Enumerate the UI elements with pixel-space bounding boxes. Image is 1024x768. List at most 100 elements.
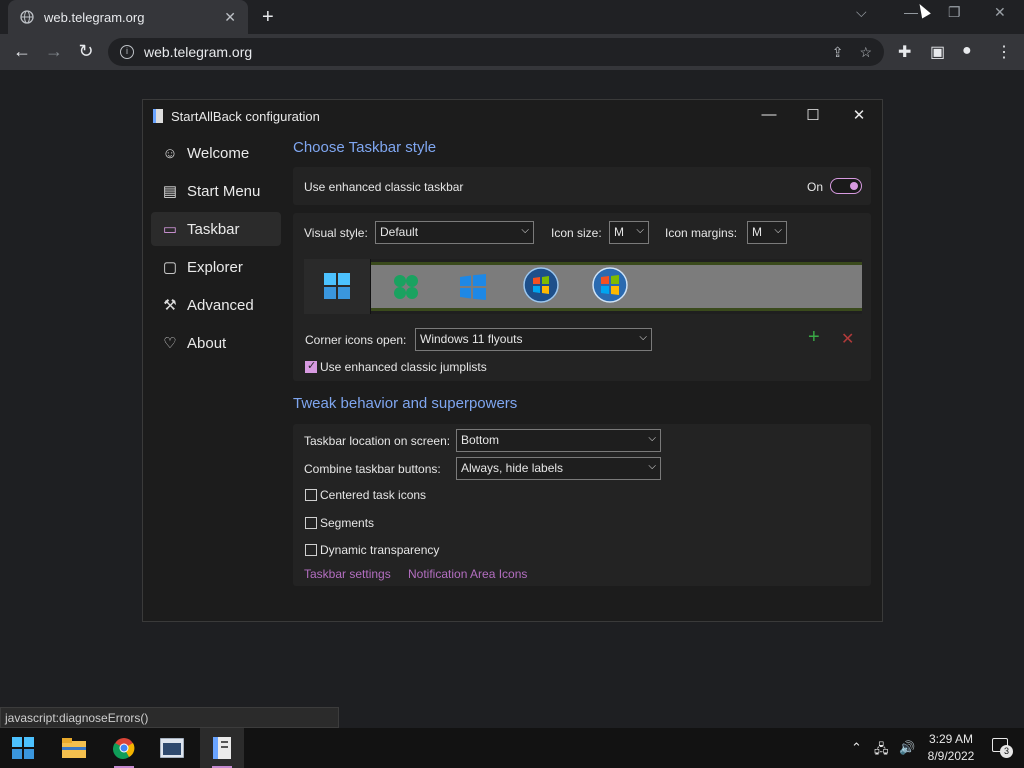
enhanced-taskbar-label: Use enhanced classic taskbar — [304, 180, 464, 194]
heart-icon: ♡ — [163, 335, 177, 352]
app-icon — [153, 109, 163, 123]
notification-area-icons-link[interactable]: Notification Area Icons — [408, 567, 527, 581]
taskbar-settings-link[interactable]: Taskbar settings — [304, 567, 391, 581]
notification-count-badge: 3 — [1000, 745, 1013, 758]
taskbar-startallback[interactable] — [200, 728, 244, 768]
side-panel-icon[interactable]: ▣ — [930, 42, 945, 62]
share-icon[interactable]: ⇪ — [832, 44, 844, 61]
windows8-logo-icon[interactable] — [393, 274, 419, 300]
sidebar-item-label: Explorer — [187, 258, 243, 276]
icon-margins-value: M — [752, 225, 762, 239]
combine-buttons-label: Combine taskbar buttons: — [304, 462, 441, 476]
chevron-down-icon: ⌵ — [521, 225, 529, 236]
style-option-win11[interactable] — [304, 259, 371, 314]
bookmark-star-icon[interactable]: ☆ — [859, 44, 872, 61]
startallback-icon — [213, 737, 231, 759]
centered-icons-checkbox[interactable] — [305, 489, 317, 501]
folder-icon: ▢ — [162, 259, 178, 276]
dialog-close-icon[interactable]: ✕ — [849, 106, 869, 124]
add-icon[interactable]: + — [808, 326, 820, 349]
sidebar-item-start-menu[interactable]: ▤ Start Menu — [151, 174, 281, 208]
icon-size-select[interactable]: M ⌵ — [609, 221, 649, 244]
icon-margins-label: Icon margins: — [665, 226, 738, 240]
taskbar-app-window[interactable] — [150, 728, 194, 768]
clock-date: 8/9/2022 — [927, 749, 975, 763]
restore-icon[interactable]: ❐ — [948, 4, 961, 21]
dialog-minimize-icon[interactable]: — — [759, 106, 779, 123]
profile-icon[interactable]: ● — [962, 42, 972, 60]
windows10-logo-icon[interactable] — [460, 274, 486, 300]
classic-taskbar-preview — [371, 262, 862, 311]
windows7-orb-icon[interactable] — [523, 267, 559, 303]
taskbar-location-select[interactable]: Bottom ⌵ — [456, 429, 661, 452]
browser-toolbar: ← → ↻ i web.telegram.org ⇪ ☆ ✚ ▣ ● ⋮ — [0, 34, 1024, 70]
taskbar-style-preview — [304, 259, 862, 314]
smile-icon: ☺ — [162, 144, 178, 162]
toggle-state-label: On — [807, 180, 824, 194]
extensions-icon[interactable]: ✚ — [898, 42, 911, 62]
new-tab-icon[interactable]: + — [262, 6, 274, 29]
start-menu-icon: ▤ — [162, 183, 178, 200]
combine-buttons-select[interactable]: Always, hide labels ⌵ — [456, 457, 661, 480]
clock[interactable]: 3:29 AM 8/9/2022 — [922, 731, 980, 765]
browser-tab[interactable]: web.telegram.org ✕ — [8, 0, 248, 34]
chevron-down-icon: ⌵ — [648, 461, 656, 472]
back-icon[interactable]: ← — [10, 41, 34, 62]
windows-logo-icon — [12, 737, 34, 759]
sidebar-item-about[interactable]: ♡ About — [151, 326, 281, 360]
close-tab-icon[interactable]: ✕ — [224, 9, 236, 26]
menu-dots-icon[interactable]: ⋮ — [996, 42, 1012, 62]
dynamic-transparency-checkbox[interactable] — [305, 544, 317, 556]
taskbar-chrome[interactable] — [102, 728, 146, 768]
segments-checkbox[interactable] — [305, 517, 317, 529]
start-button[interactable] — [1, 728, 45, 768]
section-heading-tweak-behavior: Tweak behavior and superpowers — [293, 395, 518, 412]
folder-icon — [62, 738, 86, 758]
chevron-down-icon: ⌵ — [639, 332, 647, 343]
sidebar-item-label: About — [187, 334, 227, 352]
volume-icon[interactable]: 🔊 — [899, 740, 915, 756]
sidebar-item-welcome[interactable]: ☺ Welcome — [151, 136, 281, 170]
chevron-down-icon[interactable]: ⌵ — [856, 4, 867, 21]
globe-icon — [20, 10, 34, 24]
chevron-down-icon: ⌵ — [648, 433, 656, 444]
sidebar-item-label: Welcome — [187, 144, 250, 162]
taskbar-location-value: Bottom — [461, 433, 500, 447]
sidebar-item-label: Taskbar — [187, 220, 240, 238]
forward-icon[interactable]: → — [42, 41, 66, 62]
icon-size-value: M — [614, 225, 624, 239]
enhanced-taskbar-row: Use enhanced classic taskbar On — [293, 167, 871, 205]
clock-time: 3:29 AM — [928, 732, 974, 746]
section-heading-taskbar-style: Choose Taskbar style — [293, 139, 437, 156]
app-window-icon — [160, 738, 184, 758]
enhanced-taskbar-toggle[interactable] — [830, 178, 862, 194]
dynamic-transparency-label: Dynamic transparency — [320, 543, 440, 557]
corner-icons-select[interactable]: Windows 11 flyouts ⌵ — [415, 328, 652, 351]
chrome-icon — [113, 738, 135, 759]
visual-style-select[interactable]: Default ⌵ — [375, 221, 534, 244]
vista-orb-icon[interactable] — [592, 267, 628, 303]
sidebar: ☺ Welcome ▤ Start Menu ▭ Taskbar ▢ Explorer … — [151, 136, 281, 364]
close-window-icon[interactable]: ✕ — [994, 4, 1006, 21]
sidebar-item-taskbar[interactable]: ▭ Taskbar — [151, 212, 281, 246]
site-info-icon[interactable]: i — [120, 45, 134, 59]
jumplists-checkbox[interactable] — [305, 359, 317, 373]
windows11-logo-icon — [324, 273, 350, 299]
network-icon[interactable]: 🖧 — [874, 740, 889, 762]
toggle-knob — [850, 181, 858, 190]
icon-margins-select[interactable]: M ⌵ — [747, 221, 787, 244]
centered-icons-label: Centered task icons — [320, 488, 427, 502]
chevron-up-icon[interactable]: ⌃ — [851, 740, 862, 756]
notification-center-icon[interactable]: 3 — [992, 738, 1013, 758]
sidebar-item-explorer[interactable]: ▢ Explorer — [151, 250, 281, 284]
visual-style-value: Default — [380, 225, 419, 239]
dialog-maximize-icon[interactable]: ☐ — [803, 106, 823, 124]
sidebar-item-advanced[interactable]: ⚒ Advanced — [151, 288, 281, 322]
url-text[interactable]: web.telegram.org — [144, 44, 816, 60]
taskbar-file-explorer[interactable] — [52, 728, 96, 768]
combine-buttons-value: Always, hide labels — [461, 461, 564, 475]
address-bar[interactable]: i web.telegram.org ⇪ ☆ — [108, 38, 884, 66]
remove-icon[interactable]: ✕ — [841, 329, 854, 349]
status-bubble: javascript:diagnoseErrors() — [0, 707, 339, 728]
reload-icon[interactable]: ↻ — [74, 41, 98, 62]
